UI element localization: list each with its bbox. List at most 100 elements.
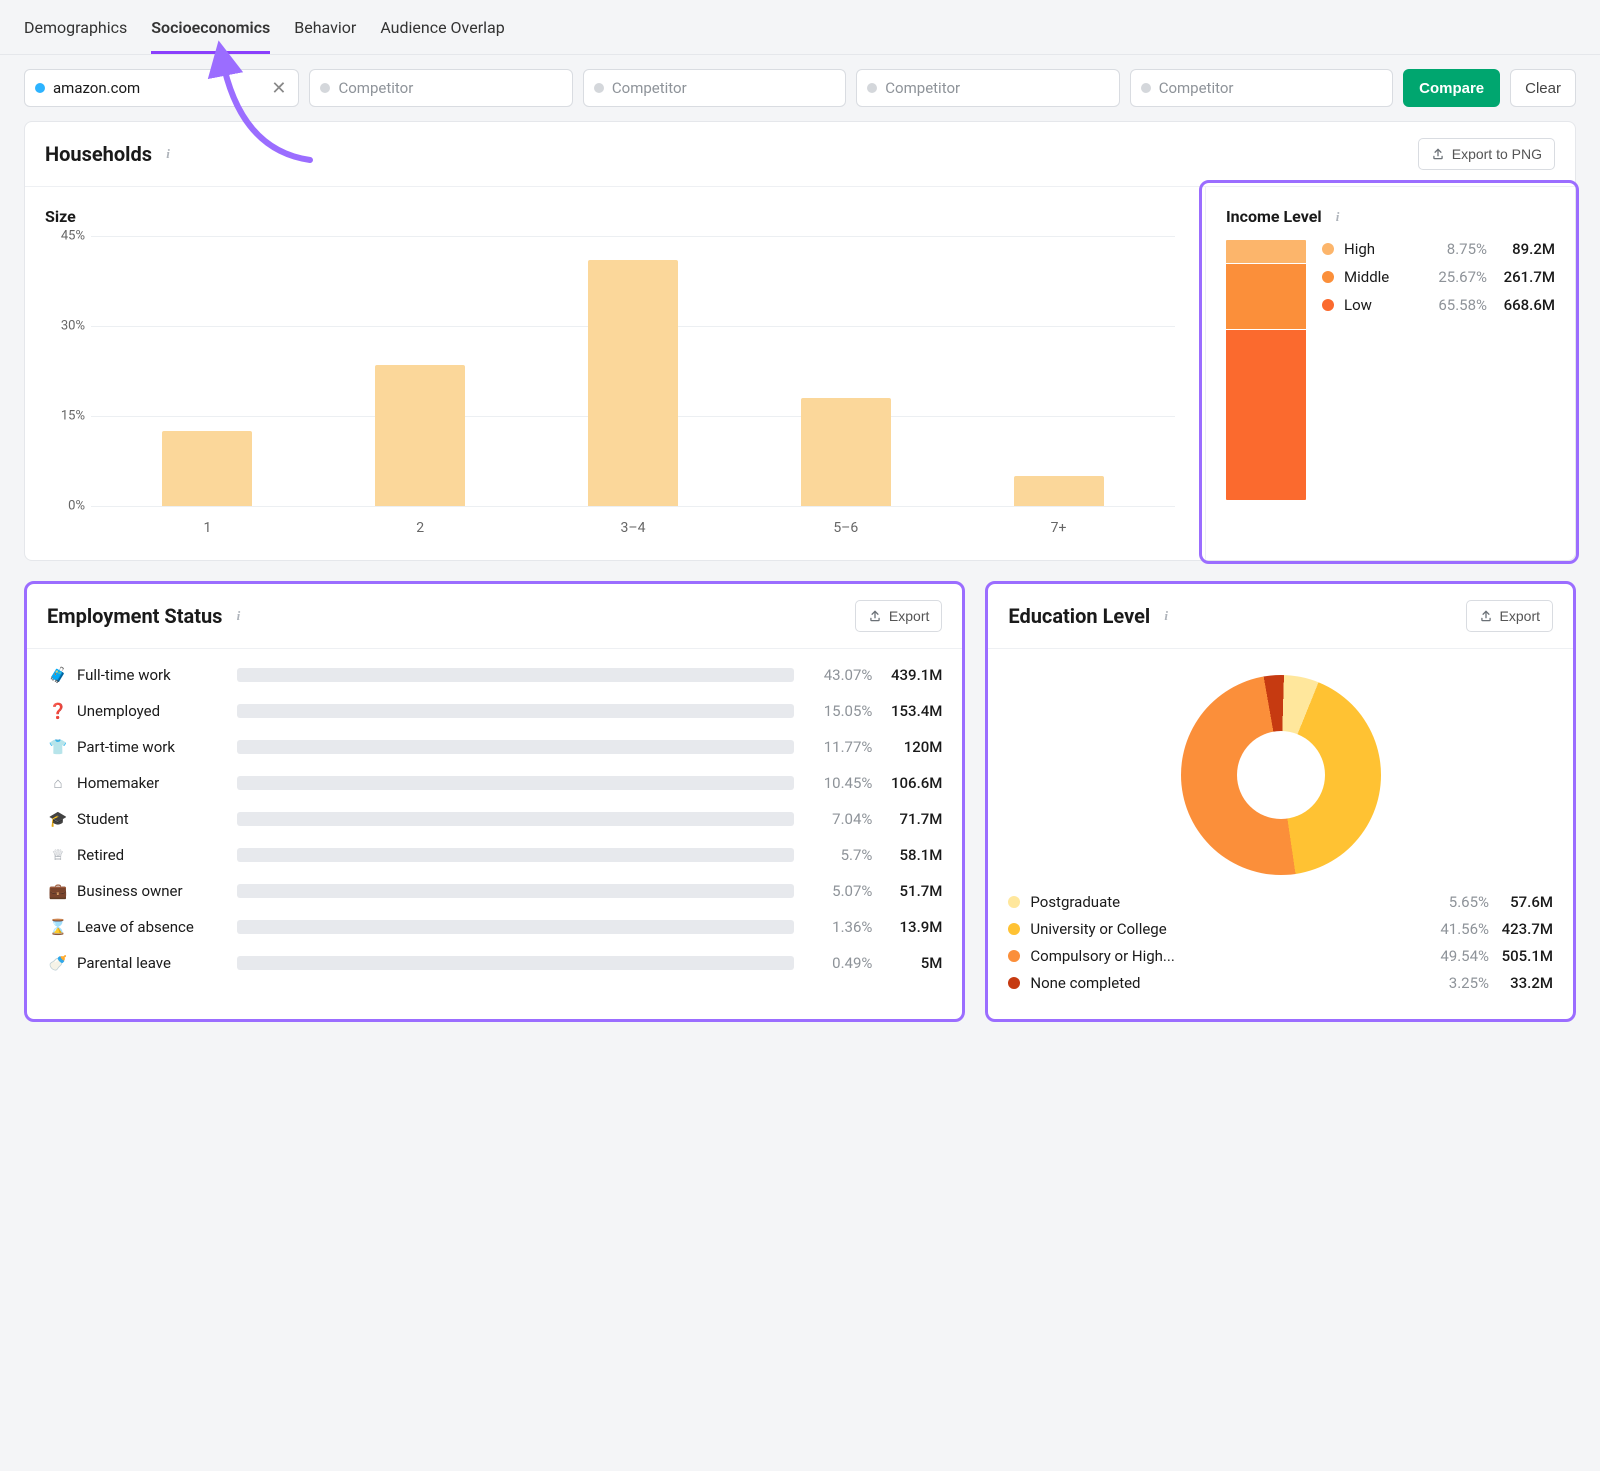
household-size-panel: Size 0%15%30%45%123–45–67+ <box>25 187 1205 560</box>
income-segment <box>1226 240 1306 263</box>
bar <box>1014 476 1104 506</box>
emp-name: Student <box>77 810 237 828</box>
employment-title: Employment Status i <box>47 604 246 628</box>
employment-list: 🧳Full-time work43.07%439.1M❓Unemployed15… <box>27 649 962 997</box>
competitor-input-4[interactable]: Competitor <box>1130 69 1393 107</box>
emp-value: 439.1M <box>872 666 942 684</box>
export-png-button[interactable]: Export to PNG <box>1418 138 1555 170</box>
competitor-input-2[interactable]: Competitor <box>583 69 846 107</box>
legend-name: Middle <box>1344 268 1421 286</box>
x-tick: 1 <box>101 520 314 536</box>
legend-percent: 49.54% <box>1423 947 1489 965</box>
education-legend: Postgraduate5.65%57.6M University or Coll… <box>1008 893 1553 992</box>
emp-name: Retired <box>77 846 237 864</box>
emp-name: Leave of absence <box>77 918 237 936</box>
legend-row: Postgraduate5.65%57.6M <box>1008 893 1553 911</box>
income-stacked-bar <box>1226 240 1306 500</box>
export-button[interactable]: Export <box>855 600 942 632</box>
legend-row: Middle25.67%261.7M <box>1322 268 1555 286</box>
emp-name: Business owner <box>77 882 237 900</box>
emp-value: 5M <box>872 954 942 972</box>
swatch <box>1008 923 1020 935</box>
legend-percent: 41.56% <box>1423 920 1489 938</box>
income-segment <box>1226 329 1306 500</box>
briefcase-icon: 🧳 <box>47 666 69 684</box>
tab-behavior[interactable]: Behavior <box>294 18 356 54</box>
emp-value: 13.9M <box>872 918 942 936</box>
emp-percent: 15.05% <box>808 702 872 720</box>
emp-bar-track <box>237 704 794 718</box>
legend-value: 668.6M <box>1487 296 1555 314</box>
domain-chip[interactable]: amazon.com ✕ <box>24 69 299 107</box>
income-panel: Income Level i High8.75%89.2M Middle25.67… <box>1205 187 1575 560</box>
y-tick: 0% <box>45 499 85 514</box>
competitor-placeholder: Competitor <box>612 79 687 97</box>
competitor-placeholder: Competitor <box>1159 79 1234 97</box>
legend-value: 505.1M <box>1489 947 1553 965</box>
info-icon[interactable]: i <box>160 146 176 162</box>
hourglass-icon: ⌛ <box>47 918 69 936</box>
tab-demographics[interactable]: Demographics <box>24 18 127 54</box>
competitor-input-1[interactable]: Competitor <box>309 69 572 107</box>
swatch <box>1322 271 1334 283</box>
emp-percent: 5.7% <box>808 846 872 864</box>
remove-domain-icon[interactable]: ✕ <box>269 78 288 99</box>
emp-value: 106.6M <box>872 774 942 792</box>
tab-audience-overlap[interactable]: Audience Overlap <box>380 18 504 54</box>
legend-name: Low <box>1344 296 1421 314</box>
employment-row: 🎓Student7.04%71.7M <box>47 801 942 837</box>
info-icon[interactable]: i <box>1330 209 1346 225</box>
competitor-input-3[interactable]: Competitor <box>856 69 1119 107</box>
bar <box>375 365 465 506</box>
emp-value: 153.4M <box>872 702 942 720</box>
legend-row: High8.75%89.2M <box>1322 240 1555 258</box>
info-icon[interactable]: i <box>230 608 246 624</box>
bar <box>588 260 678 506</box>
legend-value: 33.2M <box>1489 974 1553 992</box>
emp-name: Homemaker <box>77 774 237 792</box>
emp-name: Full-time work <box>77 666 237 684</box>
bar <box>801 398 891 506</box>
legend-name: High <box>1344 240 1421 258</box>
emp-percent: 10.45% <box>808 774 872 792</box>
employment-row: 🧳 Full-time work 43.07%439.1M <box>47 657 942 693</box>
competitor-placeholder: Competitor <box>885 79 960 97</box>
emp-percent: 1.36% <box>808 918 872 936</box>
info-icon[interactable]: i <box>1158 608 1174 624</box>
clear-button[interactable]: Clear <box>1510 69 1576 107</box>
tabs-row: Demographics Socioeconomics Behavior Aud… <box>0 0 1600 55</box>
emp-percent: 43.07% <box>808 666 872 684</box>
grad-icon: 🎓 <box>47 810 69 828</box>
emp-percent: 0.49% <box>808 954 872 972</box>
legend-value: 89.2M <box>1487 240 1555 258</box>
x-tick: 3–4 <box>527 520 740 536</box>
crown-icon: ♕ <box>47 846 69 864</box>
employment-row: ⌂Homemaker10.45%106.6M <box>47 765 942 801</box>
swatch <box>1322 299 1334 311</box>
compare-button[interactable]: Compare <box>1403 69 1500 107</box>
competitor-dot <box>1141 83 1151 93</box>
tab-socioeconomics[interactable]: Socioeconomics <box>151 18 270 54</box>
emp-bar-track <box>237 740 794 754</box>
size-title: Size <box>45 207 1185 226</box>
emp-bar-track <box>237 920 794 934</box>
swatch <box>1008 977 1020 989</box>
legend-name: University or College <box>1030 920 1423 938</box>
legend-percent: 3.25% <box>1423 974 1489 992</box>
employment-row: 💼Business owner5.07%51.7M <box>47 873 942 909</box>
upload-icon <box>1431 147 1445 161</box>
employment-row: 👕Part-time work11.77%120M <box>47 729 942 765</box>
legend-row: None completed3.25%33.2M <box>1008 974 1553 992</box>
upload-icon <box>868 609 882 623</box>
education-level-card: Education Level i Export Postgraduate5.6… <box>985 581 1576 1022</box>
export-button[interactable]: Export <box>1466 600 1553 632</box>
income-title: Income Level i <box>1226 207 1555 226</box>
emp-value: 120M <box>872 738 942 756</box>
x-tick: 2 <box>314 520 527 536</box>
competitor-placeholder: Competitor <box>338 79 413 97</box>
x-tick: 7+ <box>952 520 1165 536</box>
stroller-icon: 🍼 <box>47 954 69 972</box>
upload-icon <box>1479 609 1493 623</box>
legend-row: Compulsory or High...49.54%505.1M <box>1008 947 1553 965</box>
legend-value: 261.7M <box>1487 268 1555 286</box>
